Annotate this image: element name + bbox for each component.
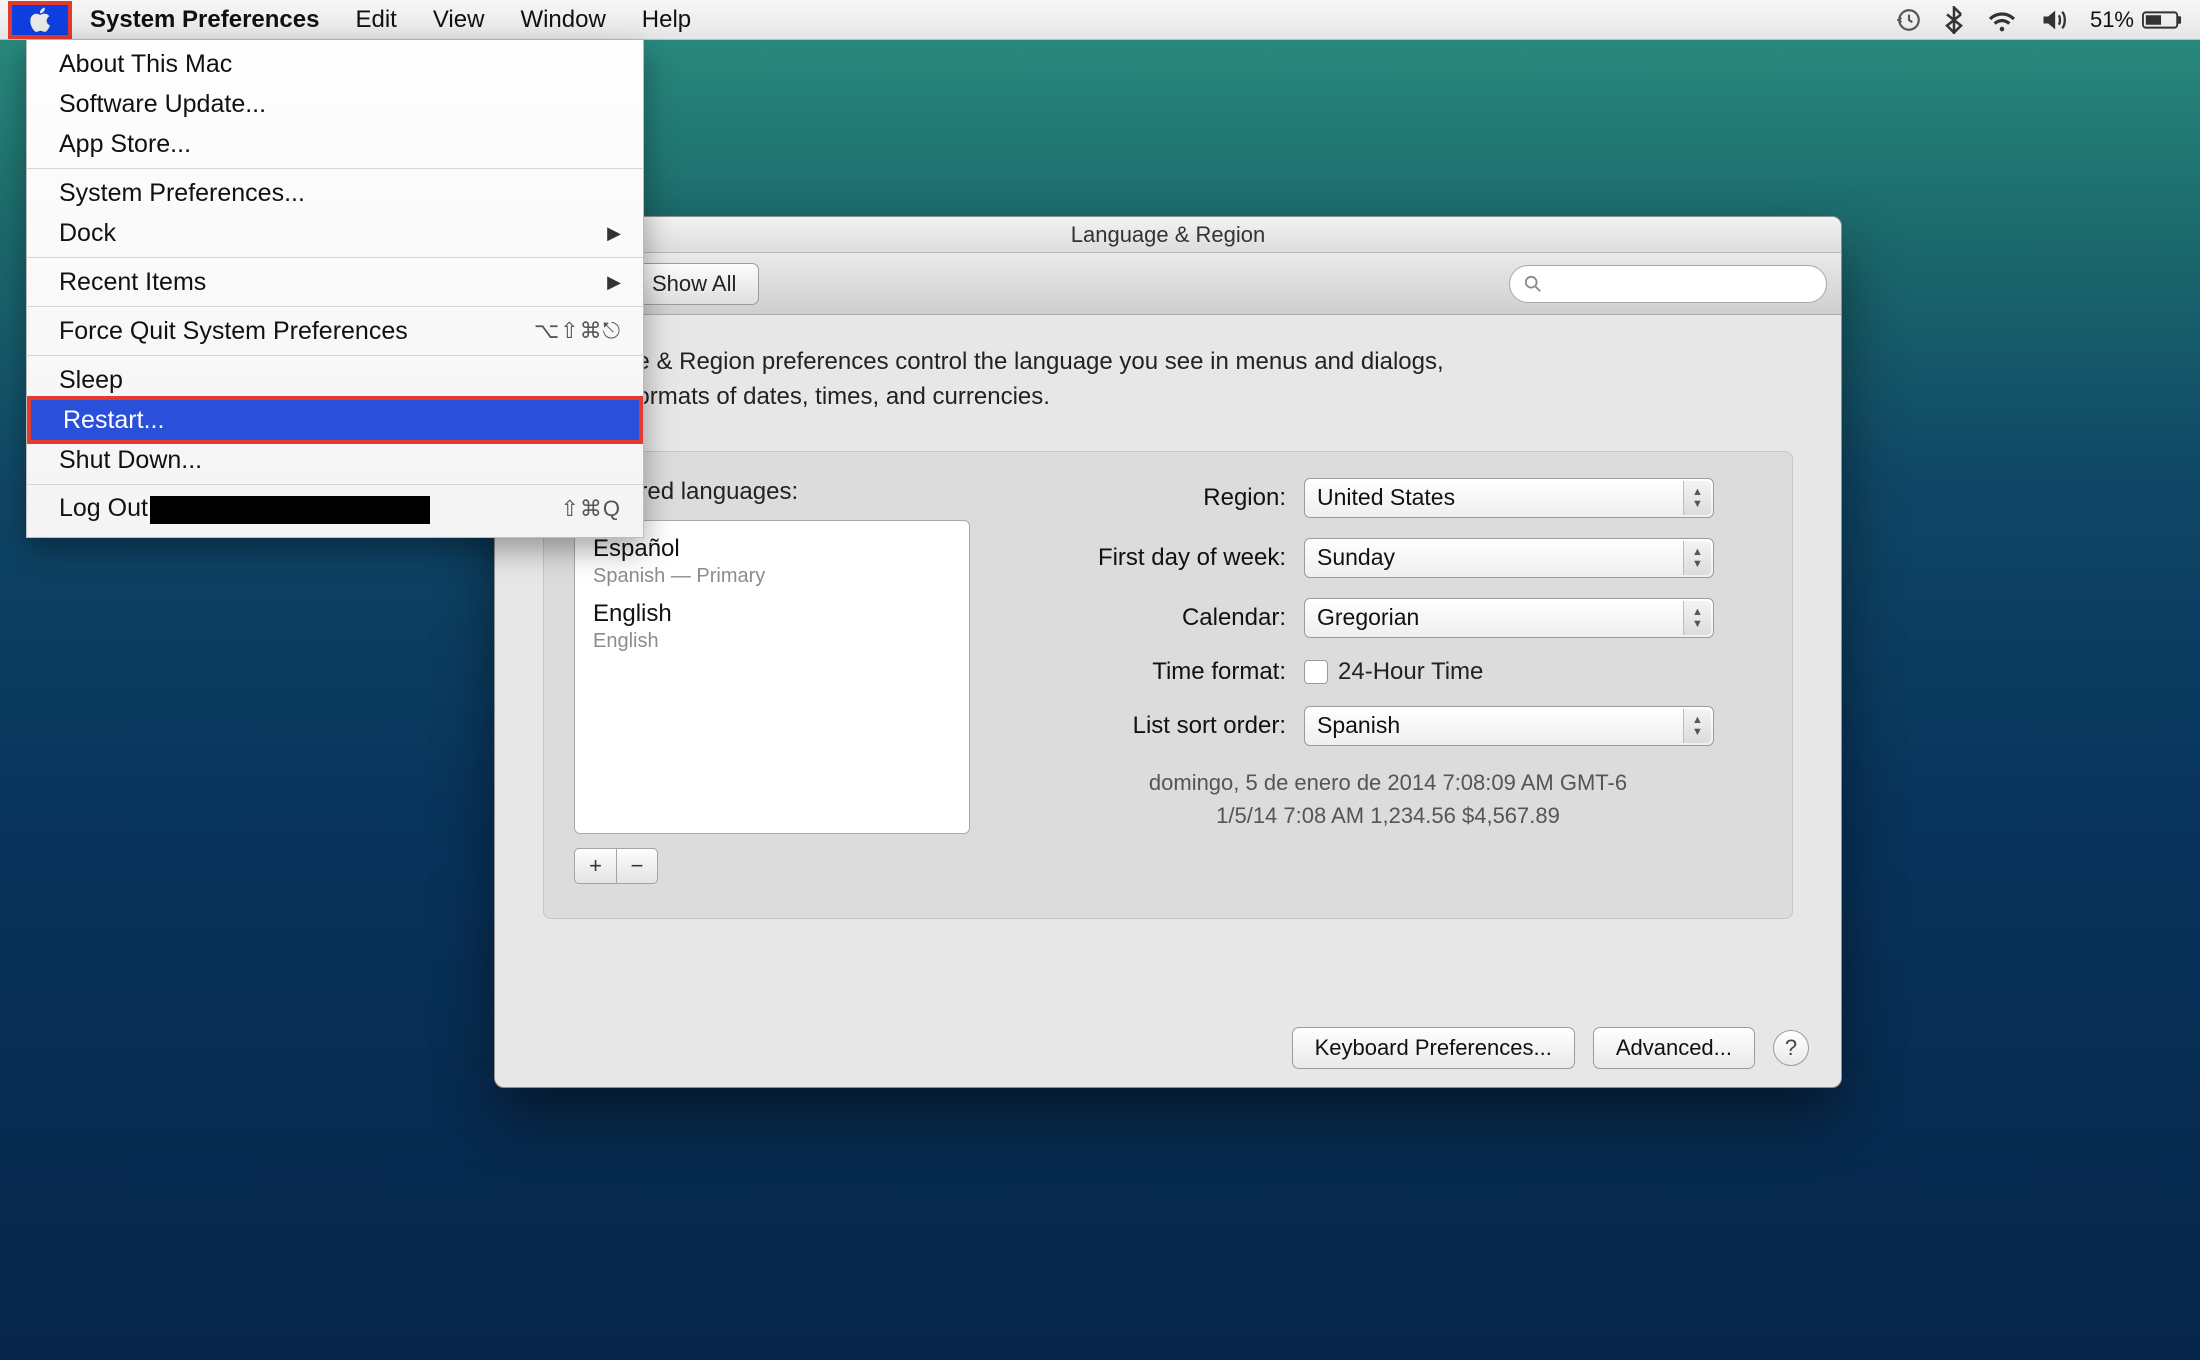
timemachine-icon[interactable] (1896, 7, 1922, 33)
format-sample: domingo, 5 de enero de 2014 7:08:09 AM G… (1014, 766, 1762, 832)
time-format-checkbox[interactable]: 24-Hour Time (1304, 658, 1483, 686)
remove-language-button[interactable]: − (616, 848, 658, 884)
keyboard-preferences-button[interactable]: Keyboard Preferences... (1292, 1027, 1575, 1069)
advanced-button[interactable]: Advanced... (1593, 1027, 1755, 1069)
content-area: Language & Region preferences control th… (495, 315, 1841, 943)
first-day-select[interactable]: Sunday ▲▼ (1304, 538, 1714, 578)
list-item[interactable]: English English (585, 594, 959, 659)
select-value: Gregorian (1317, 604, 1419, 631)
language-subtitle: Spanish — Primary (593, 565, 951, 588)
menu-item-sleep[interactable]: Sleep (27, 360, 643, 400)
calendar-select[interactable]: Gregorian ▲▼ (1304, 598, 1714, 638)
menu-item-log-out[interactable]: Log Out ⇧⌘Q (27, 489, 643, 529)
select-value: Sunday (1317, 544, 1395, 571)
submenu-arrow-icon: ▶ (607, 272, 621, 293)
add-remove-buttons: + − (574, 848, 974, 884)
show-all-button[interactable]: Show All (629, 263, 759, 305)
chevron-updown-icon: ▲▼ (1683, 601, 1711, 635)
redacted-username (150, 496, 430, 524)
menu-item-restart[interactable]: Restart... (31, 400, 639, 440)
menu-item-shut-down[interactable]: Shut Down... (27, 440, 643, 480)
chevron-updown-icon: ▲▼ (1683, 541, 1711, 575)
language-subtitle: English (593, 630, 951, 653)
battery-icon (2142, 10, 2182, 30)
calendar-label: Calendar: (1014, 604, 1304, 632)
search-input[interactable] (1509, 265, 1827, 303)
battery-percent: 51% (2090, 7, 2134, 33)
bluetooth-icon[interactable] (1944, 6, 1964, 34)
toolbar: Show All (495, 253, 1841, 315)
menu-item-force-quit[interactable]: Force Quit System Preferences⌥⇧⌘⎋ (27, 311, 643, 351)
sysprefs-window: Language & Region Show All Language & Re… (494, 216, 1842, 1088)
settings-panel: Preferred languages: Español Spanish — P… (543, 451, 1793, 919)
list-item[interactable]: Español Spanish — Primary (585, 529, 959, 594)
search-icon (1524, 275, 1542, 293)
menu-item-dock[interactable]: Dock▶ (27, 213, 643, 253)
menu-edit[interactable]: Edit (337, 0, 414, 40)
menu-app-name[interactable]: System Preferences (72, 0, 337, 40)
menu-separator (27, 257, 643, 258)
apple-menu-button[interactable] (8, 1, 72, 39)
language-list[interactable]: Español Spanish — Primary English Englis… (574, 520, 970, 834)
time-format-label: Time format: (1014, 658, 1304, 686)
window-title: Language & Region (495, 217, 1841, 253)
menu-window[interactable]: Window (502, 0, 623, 40)
add-language-button[interactable]: + (574, 848, 616, 884)
menu-separator (27, 306, 643, 307)
description-text: Language & Region preferences control th… (543, 345, 1793, 415)
menu-item-software-update[interactable]: Software Update... (27, 84, 643, 124)
menubar: System Preferences Edit View Window Help… (0, 0, 2200, 40)
menu-item-app-store[interactable]: App Store... (27, 124, 643, 164)
select-value: United States (1317, 484, 1455, 511)
language-name: Español (593, 535, 951, 563)
menu-item-about-mac[interactable]: About This Mac (27, 44, 643, 84)
checkbox-icon (1304, 660, 1328, 684)
keyboard-shortcut: ⌥⇧⌘⎋ (534, 318, 621, 344)
select-value: Spanish (1317, 712, 1400, 739)
checkbox-label: 24-Hour Time (1338, 658, 1483, 686)
language-name: English (593, 600, 951, 628)
region-select[interactable]: United States ▲▼ (1304, 478, 1714, 518)
first-day-label: First day of week: (1014, 544, 1304, 572)
sort-order-select[interactable]: Spanish ▲▼ (1304, 706, 1714, 746)
keyboard-shortcut: ⇧⌘Q (560, 496, 621, 522)
wifi-icon[interactable] (1986, 8, 2018, 32)
menu-separator (27, 168, 643, 169)
battery-status[interactable]: 51% (2090, 7, 2182, 33)
desktop: System Preferences Edit View Window Help… (0, 0, 2200, 1360)
menu-help[interactable]: Help (624, 0, 709, 40)
submenu-arrow-icon: ▶ (607, 223, 621, 244)
window-footer: Keyboard Preferences... Advanced... ? (1292, 1027, 1809, 1069)
menu-separator (27, 355, 643, 356)
menu-separator (27, 484, 643, 485)
menu-view[interactable]: View (415, 0, 503, 40)
apple-menu-dropdown: About This Mac Software Update... App St… (26, 40, 644, 538)
region-label: Region: (1014, 484, 1304, 512)
apple-icon (28, 7, 52, 33)
menu-item-recent-items[interactable]: Recent Items▶ (27, 262, 643, 302)
help-button[interactable]: ? (1773, 1030, 1809, 1066)
chevron-updown-icon: ▲▼ (1683, 709, 1711, 743)
volume-icon[interactable] (2040, 8, 2068, 32)
menu-item-system-preferences[interactable]: System Preferences... (27, 173, 643, 213)
sort-order-label: List sort order: (1014, 712, 1304, 740)
chevron-updown-icon: ▲▼ (1683, 481, 1711, 515)
